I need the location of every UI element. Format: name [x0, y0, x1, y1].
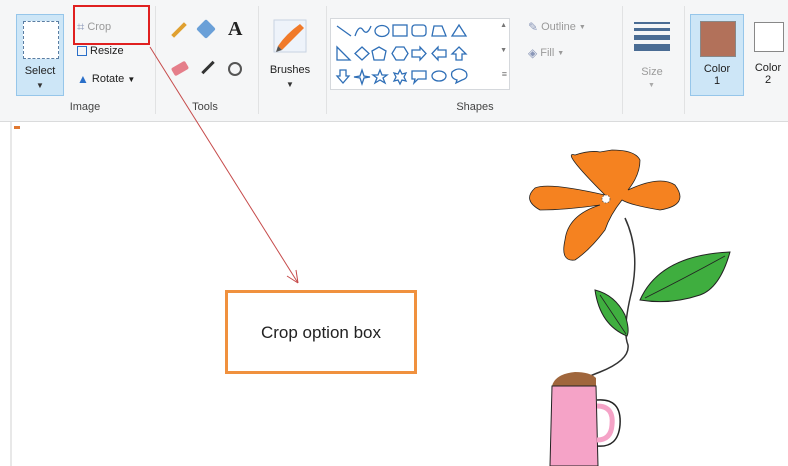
canvas-resize-handle[interactable]: [14, 126, 20, 129]
fill-button[interactable]: ◈ Fill ▼: [528, 46, 564, 60]
separator: [326, 6, 327, 114]
image-group-label: Image: [69, 101, 101, 113]
eraser-icon[interactable]: [170, 60, 190, 77]
select-label: Select: [24, 65, 56, 77]
select-dropdown-icon: ▼: [36, 81, 44, 90]
select-icon: [23, 21, 59, 59]
rotate-icon: ▲: [77, 72, 89, 86]
size-label: Size: [641, 66, 663, 78]
select-button[interactable]: Select ▼: [16, 14, 64, 96]
fill-dropdown-icon: ▼: [557, 49, 565, 57]
rotate-dropdown-icon: ▼: [127, 74, 136, 84]
shapes-icons: [335, 23, 468, 87]
shapes-expand-icon[interactable]: ≡: [502, 69, 507, 79]
magnifier-icon[interactable]: [228, 62, 242, 76]
color1-label-line2: 1: [713, 75, 721, 87]
brushes-button[interactable]: Brushes ▼: [262, 14, 320, 96]
rotate-label: Rotate: [91, 73, 125, 85]
fill-icon: ◈: [528, 46, 538, 60]
outline-dropdown-icon: ▼: [578, 23, 586, 31]
shapes-scroll-down-icon[interactable]: ▼: [500, 47, 507, 54]
color1-swatch: [700, 21, 736, 57]
outline-icon: ✎: [528, 20, 539, 34]
pencil-icon[interactable]: [171, 22, 187, 38]
annotation-callout: Crop option box: [225, 290, 417, 374]
fill-label: Fill: [540, 47, 555, 59]
text-icon[interactable]: A: [228, 18, 242, 41]
color1-button[interactable]: Color 1: [690, 14, 744, 96]
color2-button[interactable]: Color 2: [748, 14, 788, 96]
size-button[interactable]: Size ▼: [628, 14, 676, 96]
resize-button[interactable]: Resize: [77, 45, 124, 57]
separator: [622, 6, 623, 114]
color2-swatch: [754, 22, 784, 52]
size-icon: [634, 22, 670, 51]
size-dropdown-icon: ▼: [648, 82, 655, 89]
tools-group-label: Tools: [192, 101, 218, 113]
fill-bucket-icon[interactable]: [196, 19, 216, 39]
separator: [155, 6, 156, 114]
shapes-group-label: Shapes: [456, 101, 494, 113]
brush-icon: [273, 19, 307, 53]
outline-button[interactable]: ✎ Outline ▼: [528, 20, 586, 34]
shapes-gallery[interactable]: ▲ ▼ ≡: [330, 18, 510, 90]
crop-highlight-box: [73, 5, 150, 45]
separator: [684, 6, 685, 114]
outline-label: Outline: [541, 21, 576, 33]
separator: [258, 6, 259, 114]
color-picker-icon[interactable]: [201, 60, 215, 75]
annotation-text: Crop option box: [260, 322, 382, 342]
brushes-label: Brushes: [269, 64, 311, 76]
color1-label-line1: Color: [703, 63, 731, 75]
brushes-dropdown-icon: ▼: [286, 80, 294, 89]
ribbon: Select ▼ ⌗ Crop Resize ▲ Rotate ▼ Image …: [0, 0, 788, 122]
resize-icon: [77, 46, 87, 56]
resize-label: Resize: [90, 45, 124, 57]
rotate-button[interactable]: ▲ Rotate ▼: [77, 72, 135, 86]
color2-label-line2: 2: [764, 74, 772, 86]
color2-label-line1: Color: [754, 62, 782, 74]
canvas-edge: [10, 122, 12, 466]
shapes-scroll-up-icon[interactable]: ▲: [500, 22, 507, 29]
